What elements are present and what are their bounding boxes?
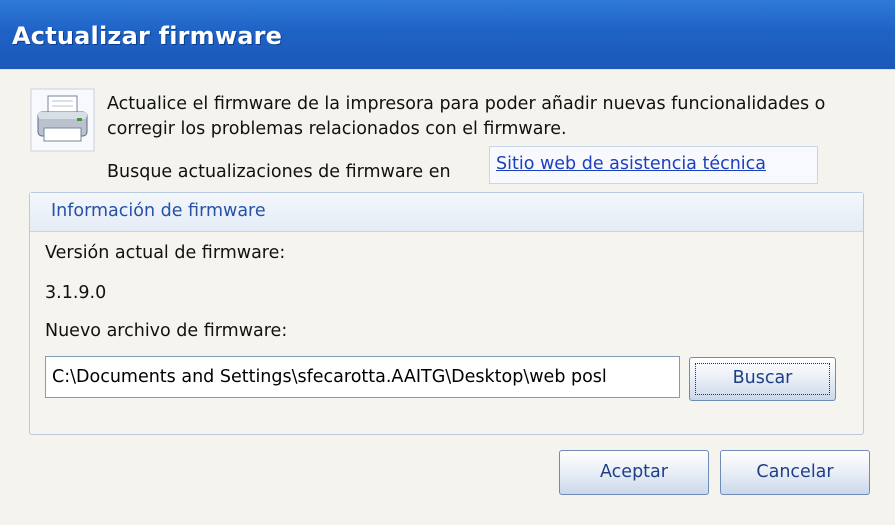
current-version-label: Versión actual de firmware: <box>45 243 286 263</box>
window-title: Actualizar firmware <box>12 22 283 50</box>
firmware-info-title: Información de firmware <box>51 201 266 221</box>
description-text: Actualice el firmware de la impresora pa… <box>107 94 826 139</box>
current-version-value: 3.1.9.0 <box>45 283 107 303</box>
ok-button[interactable]: Aceptar <box>559 450 709 495</box>
firmware-info-header: Información de firmware <box>30 193 863 232</box>
browse-button[interactable]: Buscar <box>689 357 836 401</box>
new-file-label: Nuevo archivo de firmware: <box>45 321 288 341</box>
firmware-file-path-input[interactable] <box>45 356 680 398</box>
cancel-button-label: Cancelar <box>756 462 834 482</box>
cancel-button[interactable]: Cancelar <box>720 450 870 495</box>
support-website-link[interactable]: Sitio web de asistencia técnica <box>489 146 818 184</box>
focus-rectangle <box>695 363 830 395</box>
printer-icon <box>30 88 95 152</box>
search-updates-label: Busque actualizaciones de firmware en <box>107 162 451 182</box>
title-bar: Actualizar firmware <box>0 0 895 70</box>
ok-button-label: Aceptar <box>600 462 668 482</box>
